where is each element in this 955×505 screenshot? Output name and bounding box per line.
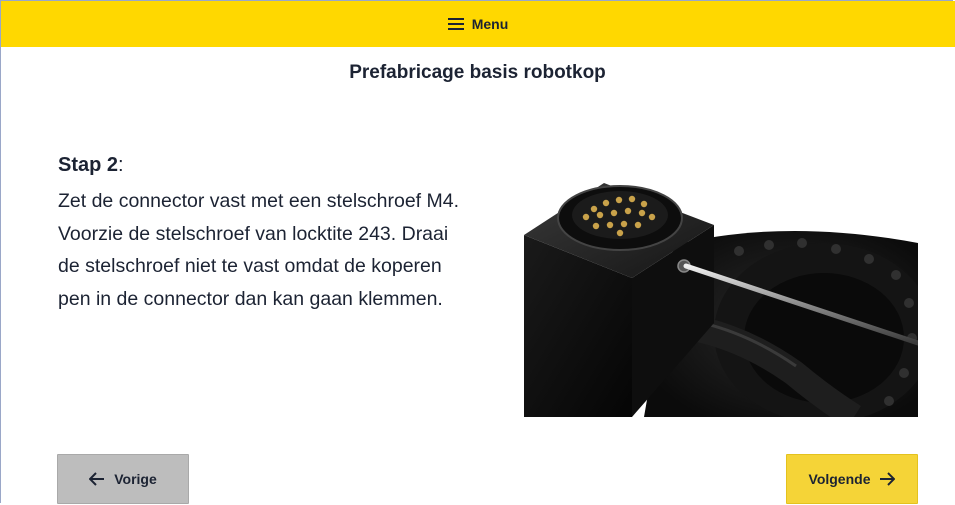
menu-label: Menu	[471, 16, 509, 32]
step-heading: Stap 2:	[58, 154, 124, 177]
step-label: Stap 2	[58, 154, 119, 176]
previous-button[interactable]: Vorige	[57, 454, 189, 504]
menu-button[interactable]: Menu	[447, 16, 509, 32]
step-line: Voorzie de stelschroef van locktite 243.…	[58, 222, 449, 245]
step-instructions: Zet de connector vast met een stelschroe…	[58, 185, 488, 315]
step-line: Zet de connector vast met een stelschroe…	[58, 190, 460, 212]
hamburger-icon	[447, 17, 464, 31]
step-line: pen in de connector dan kan gaan klemmen…	[58, 287, 443, 310]
previous-label: Vorige	[114, 471, 157, 487]
arrow-left-icon	[89, 472, 105, 486]
step-line: de stelschroef niet te vast omdat de kop…	[58, 255, 442, 277]
step-photo	[524, 173, 918, 417]
next-label: Volgende	[808, 471, 871, 487]
top-bar: Menu	[1, 1, 955, 47]
page-title: Prefabricage basis robotkop	[349, 62, 606, 83]
arrow-right-icon	[879, 472, 896, 486]
step-label-colon: :	[118, 154, 124, 176]
next-button[interactable]: Volgende	[786, 454, 918, 504]
